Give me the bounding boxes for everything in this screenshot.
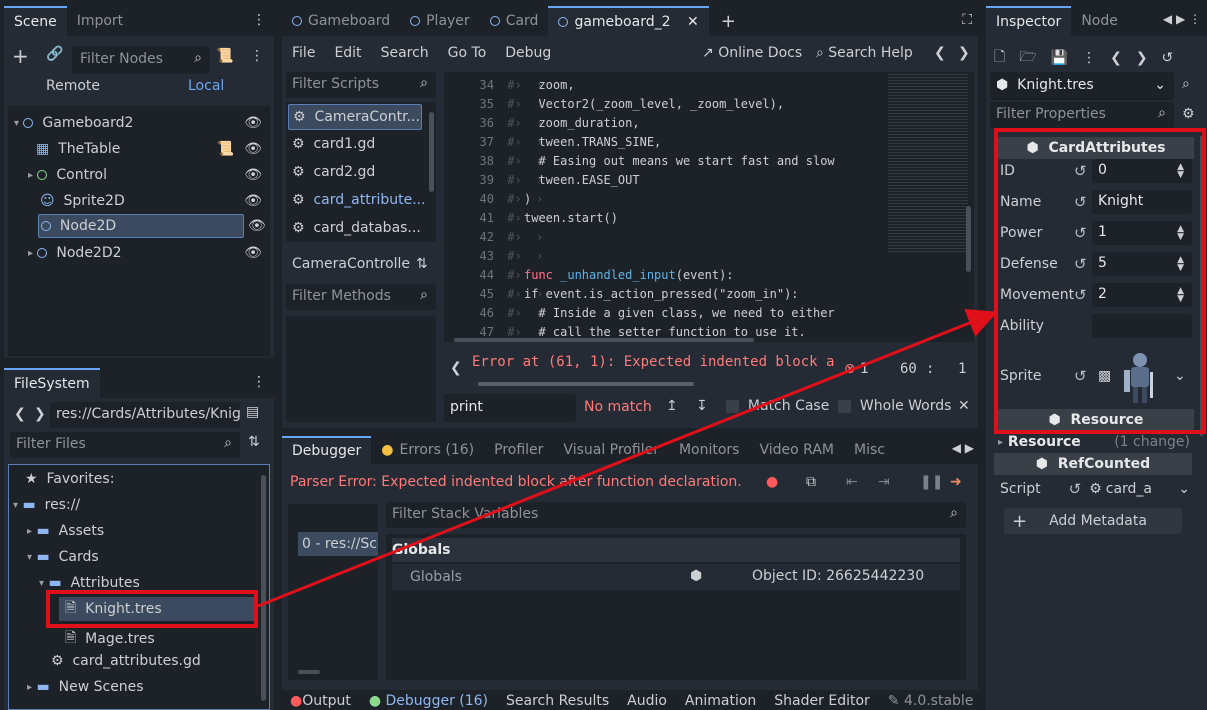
annotation-arrow (257, 308, 998, 608)
